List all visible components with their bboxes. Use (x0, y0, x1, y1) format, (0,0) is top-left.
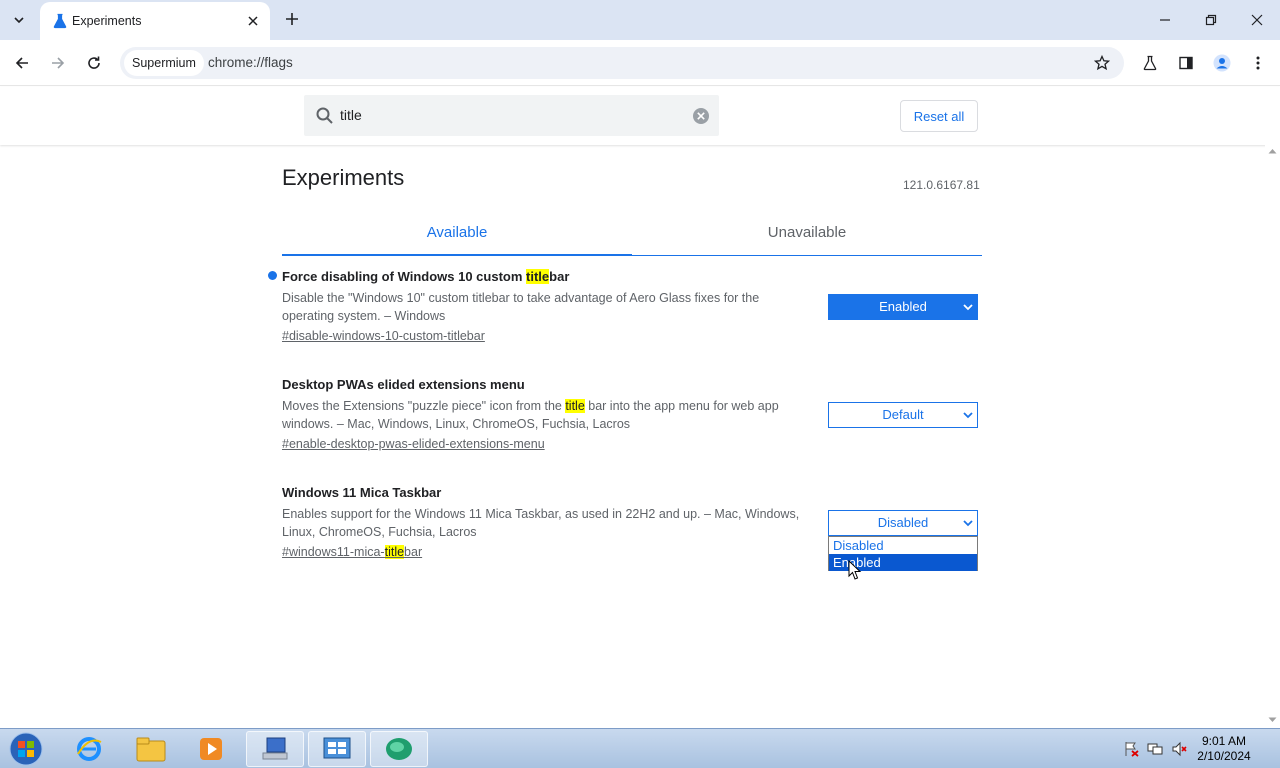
flag-description: Enables support for the Windows 11 Mica … (282, 507, 800, 539)
flags-tabs: Available Unavailable (282, 214, 982, 256)
taskbar-media-player[interactable] (182, 731, 240, 767)
minimize-button[interactable] (1150, 8, 1180, 32)
reload-button[interactable] (82, 51, 106, 75)
experiments-button[interactable] (1139, 52, 1161, 74)
folder-icon (136, 737, 166, 762)
tab-strip: Experiments (0, 0, 1280, 40)
supermium-icon (386, 738, 412, 760)
url-text[interactable]: chrome://flags (208, 55, 293, 70)
scroll-down-icon[interactable] (1268, 717, 1277, 723)
action-center-icon[interactable] (1123, 741, 1139, 757)
clear-search-icon[interactable] (692, 107, 710, 125)
flag-title: Windows 11 Mica Taskbar (282, 485, 442, 500)
flag-select[interactable]: Enabled (828, 294, 978, 320)
taskbar-explorer[interactable] (122, 731, 180, 767)
browser-toolbar: Supermium chrome://flags (0, 40, 1280, 86)
close-window-button[interactable] (1242, 8, 1272, 32)
version-label: 121.0.6167.81 (903, 178, 980, 192)
taskbar-supermium[interactable] (370, 731, 428, 767)
restore-button[interactable] (1196, 8, 1226, 32)
flag-select[interactable]: Disabled (828, 510, 978, 536)
clock-date: 2/10/2024 (1197, 749, 1251, 763)
flag-item: Windows 11 Mica Taskbar Enables support … (282, 485, 812, 561)
site-chip[interactable]: Supermium (124, 50, 204, 76)
arrow-right-icon (52, 57, 65, 69)
close-icon (1251, 14, 1263, 26)
mouse-cursor-icon (848, 560, 862, 580)
side-panel-button[interactable] (1175, 52, 1197, 74)
select-value: Disabled (877, 515, 929, 530)
flask-icon (53, 13, 67, 29)
windows-logo-icon (9, 732, 43, 766)
system-clock[interactable]: 9:01 AM 2/10/2024 (1190, 734, 1258, 764)
control-panel-icon (323, 737, 351, 759)
avatar-icon (1213, 54, 1231, 72)
bookmark-button[interactable] (1092, 53, 1112, 73)
scroll-up-icon[interactable] (1268, 148, 1277, 154)
search-icon (316, 107, 333, 124)
restore-icon (1205, 14, 1217, 26)
flag-item: Desktop PWAs elided extensions menu Move… (282, 377, 812, 453)
select-value: Enabled (879, 299, 927, 314)
minimize-icon (1160, 19, 1170, 21)
windows-taskbar: 9:01 AM 2/10/2024 (0, 728, 1280, 768)
modified-indicator (268, 271, 277, 280)
flag-item: Force disabling of Windows 10 custom tit… (282, 269, 812, 345)
network-icon[interactable] (1147, 741, 1163, 757)
chevron-down-icon (963, 304, 973, 311)
chevron-down-icon (963, 412, 973, 419)
flag-title: Force disabling of Windows 10 custom tit… (282, 269, 570, 284)
tab-unavailable[interactable]: Unavailable (632, 224, 982, 241)
tab-available[interactable]: Available (282, 224, 632, 241)
dropdown-option-disabled[interactable]: Disabled (829, 537, 977, 554)
tab-search-button[interactable] (6, 8, 32, 32)
search-input[interactable] (340, 104, 680, 126)
flag-description: Disable the "Windows 10" custom titlebar… (282, 291, 760, 323)
flag-permalink[interactable]: #enable-desktop-pwas-elided-extensions-m… (282, 437, 545, 451)
menu-button[interactable] (1247, 52, 1269, 74)
internet-explorer-icon (77, 737, 102, 761)
page-title: Experiments (282, 165, 405, 190)
flags-search-box (304, 95, 719, 136)
start-button[interactable] (6, 731, 46, 767)
flag-description: Moves the Extensions "puzzle piece" icon… (282, 399, 779, 431)
star-icon (1094, 55, 1110, 71)
back-button[interactable] (10, 51, 34, 75)
search-highlight: title (565, 399, 585, 413)
active-tab-indicator (282, 254, 632, 256)
more-vert-icon (1256, 56, 1260, 70)
address-bar[interactable]: Supermium chrome://flags (120, 47, 1124, 79)
flag-select[interactable]: Default (828, 402, 978, 428)
flag-permalink[interactable]: #windows11-mica-titlebar (282, 545, 422, 559)
flags-header: Reset all (0, 87, 1280, 145)
media-player-icon (200, 738, 222, 760)
taskbar-ie[interactable] (60, 731, 118, 767)
search-highlight: title (384, 545, 405, 559)
new-tab-button[interactable] (282, 9, 302, 29)
volume-muted-icon[interactable] (1171, 741, 1187, 757)
reset-all-button[interactable]: Reset all (900, 100, 978, 132)
tab-close-button[interactable] (244, 12, 262, 30)
flag-permalink[interactable]: #disable-windows-10-custom-titlebar (282, 329, 485, 343)
profile-button[interactable] (1211, 52, 1233, 74)
page-scrollbar[interactable] (1265, 145, 1280, 728)
select-value: Default (882, 407, 924, 422)
flag-title: Desktop PWAs elided extensions menu (282, 377, 525, 392)
arrow-left-icon (15, 57, 28, 69)
forward-button[interactable] (46, 51, 70, 75)
active-tab[interactable]: Experiments (40, 2, 270, 40)
search-highlight: title (526, 269, 550, 284)
plus-icon (286, 13, 298, 25)
reload-icon (88, 56, 100, 69)
chevron-down-icon (14, 17, 24, 24)
computer-icon (262, 737, 288, 760)
side-panel-icon (1179, 56, 1193, 70)
clock-time: 9:01 AM (1201, 734, 1247, 748)
flask-icon (1143, 55, 1157, 71)
taskbar-remote-app[interactable] (246, 731, 304, 767)
tab-title: Experiments (72, 14, 142, 28)
taskbar-control-panel[interactable] (308, 731, 366, 767)
chevron-down-icon (963, 520, 973, 527)
close-icon (248, 16, 258, 26)
